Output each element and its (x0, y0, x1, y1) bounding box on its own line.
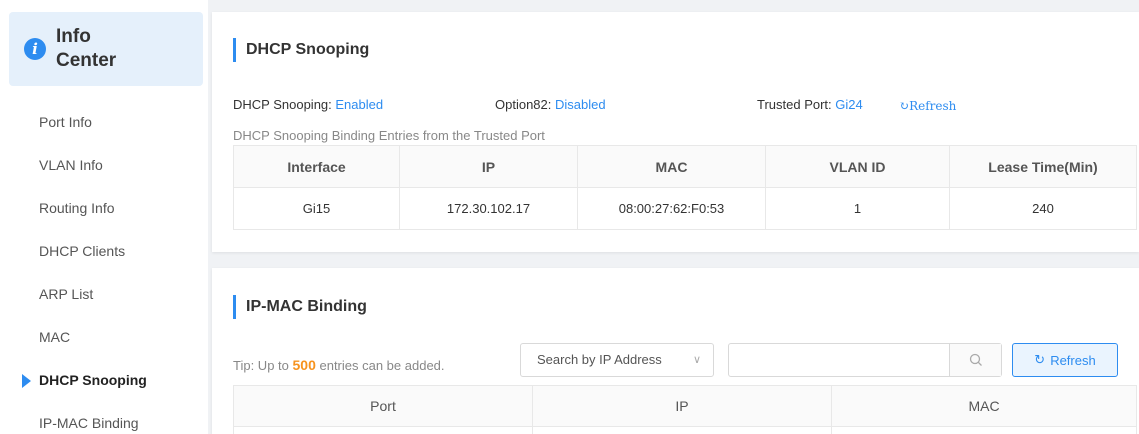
sidebar: i Info Center Port Info VLAN Info Routin… (0, 0, 208, 434)
table-row: Gi15 172.30.102.17 08:00:27:62:F0:53 1 2… (233, 187, 1137, 230)
info-icon: i (24, 38, 46, 60)
col-ip: IP (532, 385, 832, 427)
table-row (233, 426, 1137, 434)
sidebar-item-mac[interactable]: MAC (0, 316, 208, 359)
col-mac: MAC (831, 385, 1137, 427)
table-header-row: Interface IP MAC VLAN ID Lease Time(Min) (233, 145, 1137, 188)
refresh-button[interactable]: ↻ Refresh (1012, 343, 1118, 377)
refresh-icon: ↻ (899, 99, 910, 113)
info-center-title: Info Center (56, 26, 117, 71)
section-title: IP-MAC Binding (233, 295, 367, 319)
sidebar-item-port-info[interactable]: Port Info (0, 101, 208, 144)
col-vlan-id: VLAN ID (765, 145, 950, 188)
col-port: Port (233, 385, 533, 427)
col-interface: Interface (233, 145, 400, 188)
table-header-row: Port IP MAC (233, 385, 1137, 427)
col-ip: IP (399, 145, 578, 188)
sidebar-item-dhcp-clients[interactable]: DHCP Clients (0, 230, 208, 273)
table-caption: DHCP Snooping Binding Entries from the T… (233, 128, 545, 143)
search-icon (969, 353, 982, 366)
col-lease-time: Lease Time(Min) (949, 145, 1137, 188)
section-title: DHCP Snooping (233, 38, 369, 62)
ip-mac-binding-card: IP-MAC Binding Tip: Up to 500 entries ca… (212, 268, 1139, 434)
search-input[interactable] (728, 343, 1002, 377)
option82-value: Disabled (555, 97, 606, 112)
max-entries-count: 500 (292, 357, 316, 373)
refresh-icon: ↻ (1034, 352, 1046, 367)
info-center-header: i Info Center (9, 12, 203, 86)
sidebar-item-dhcp-snooping[interactable]: DHCP Snooping (0, 359, 208, 402)
sidebar-nav: Port Info VLAN Info Routing Info DHCP Cl… (0, 101, 208, 434)
search-type-select[interactable]: Search by IP Address ∨ (520, 343, 714, 377)
tip-text: Tip: Up to 500 entries can be added. (233, 357, 445, 373)
dhcp-binding-table: Interface IP MAC VLAN ID Lease Time(Min)… (233, 145, 1137, 230)
trusted-port-value: Gi24 (835, 97, 863, 112)
chevron-down-icon: ∨ (692, 354, 701, 366)
dhcp-snooping-card: DHCP Snooping DHCP Snooping: Enabled Opt… (212, 12, 1139, 252)
search-button[interactable] (949, 344, 1001, 376)
sidebar-item-routing-info[interactable]: Routing Info (0, 187, 208, 230)
status-row: DHCP Snooping: Enabled Option82: Disable… (233, 97, 957, 113)
caret-right-icon (22, 374, 31, 388)
sidebar-item-arp-list[interactable]: ARP List (0, 273, 208, 316)
snooping-status-value: Enabled (335, 97, 384, 112)
col-mac: MAC (577, 145, 766, 188)
sidebar-item-ip-mac-binding[interactable]: IP-MAC Binding (0, 402, 208, 434)
ip-mac-binding-table: Port IP MAC (233, 385, 1137, 434)
refresh-link[interactable]: ↻Refresh (899, 99, 956, 113)
sidebar-item-vlan-info[interactable]: VLAN Info (0, 144, 208, 187)
